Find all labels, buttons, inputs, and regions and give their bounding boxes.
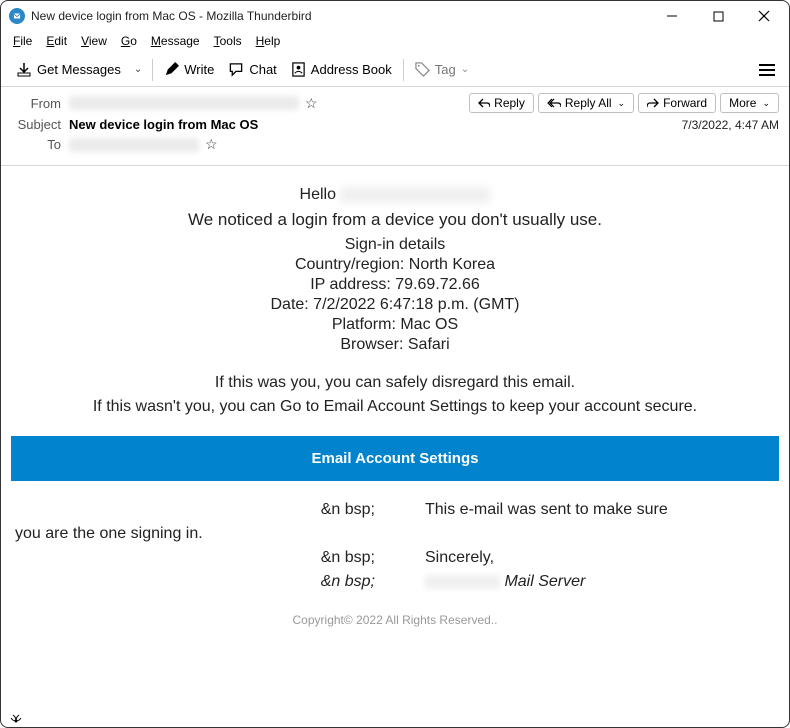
copyright-text: Copyright© 2022 All Rights Reserved.. [11, 613, 779, 627]
subject-label: Subject [11, 117, 61, 132]
detail-ip: IP address: 79.69.72.66 [11, 276, 779, 294]
more-button[interactable]: More⌄ [720, 93, 779, 113]
app-icon [9, 8, 25, 24]
mail-server-text: Mail Server [504, 573, 585, 590]
toolbar: Get Messages ⌄ Write Chat Address Book T… [1, 53, 789, 87]
from-address [69, 96, 299, 110]
detail-country: Country/region: North Korea [11, 256, 779, 274]
to-address [69, 138, 199, 152]
mail-server-name [425, 575, 500, 589]
write-button[interactable]: Write [157, 59, 221, 80]
message-body: Hello We noticed a login from a device y… [1, 166, 789, 631]
statusbar [1, 707, 789, 727]
notice-text: We noticed a login from a device you don… [11, 210, 779, 230]
subject-value: New device login from Mac OS [69, 117, 682, 132]
titlebar: New device login from Mac OS - Mozilla T… [1, 1, 789, 31]
message-headers: From ☆ Reply Reply All⌄ Forward More⌄ Su… [1, 87, 789, 166]
menu-edit[interactable]: Edit [40, 33, 73, 51]
get-messages-dropdown[interactable]: ⌄ [128, 64, 148, 75]
chat-label: Chat [249, 62, 276, 77]
nbsp-text: &n bsp; [15, 501, 425, 519]
minimize-button[interactable] [659, 6, 685, 26]
detail-browser: Browser: Safari [11, 336, 779, 354]
reply-all-button[interactable]: Reply All⌄ [538, 93, 634, 113]
hello-recipient [340, 187, 490, 203]
sincerely-text: Sincerely, [425, 549, 494, 567]
online-icon[interactable] [9, 711, 23, 723]
disregard-line-1: If this was you, you can safely disregar… [11, 374, 779, 392]
detail-date: Date: 7/2/2022 6:47:18 p.m. (GMT) [11, 296, 779, 314]
tag-label: Tag [435, 62, 456, 77]
menu-file[interactable]: File [7, 33, 38, 51]
nbsp-text-3: &n bsp; [15, 573, 425, 591]
toolbar-divider-2 [403, 59, 404, 81]
you-are-signing-text: you are the one signing in. [15, 525, 203, 543]
get-messages-label: Get Messages [37, 62, 121, 77]
menubar: File Edit View Go Message Tools Help [1, 31, 789, 53]
tag-button[interactable]: Tag ⌄ [408, 59, 476, 80]
write-label: Write [184, 62, 214, 77]
to-label: To [11, 137, 61, 152]
detail-platform: Platform: Mac OS [11, 316, 779, 334]
menu-message[interactable]: Message [145, 33, 206, 51]
close-button[interactable] [751, 6, 777, 26]
hello-text: Hello [300, 186, 336, 203]
address-book-label: Address Book [311, 62, 392, 77]
message-date: 7/3/2022, 4:47 AM [682, 118, 779, 132]
forward-button[interactable]: Forward [638, 93, 716, 113]
email-account-settings-button[interactable]: Email Account Settings [11, 436, 779, 481]
window-controls [659, 6, 777, 26]
menu-tools[interactable]: Tools [208, 33, 248, 51]
star-from[interactable]: ☆ [305, 95, 318, 112]
signin-heading: Sign-in details [11, 236, 779, 254]
menu-go[interactable]: Go [115, 33, 143, 51]
star-to[interactable]: ☆ [205, 136, 218, 153]
from-label: From [11, 96, 61, 111]
window-title: New device login from Mac OS - Mozilla T… [31, 9, 659, 23]
app-menu-button[interactable] [753, 59, 781, 81]
toolbar-divider [152, 59, 153, 81]
disregard-line-2: If this wasn't you, you can Go to Email … [11, 398, 779, 416]
menu-help[interactable]: Help [250, 33, 287, 51]
maximize-button[interactable] [705, 6, 731, 26]
menu-view[interactable]: View [75, 33, 113, 51]
nbsp-text-2: &n bsp; [15, 549, 425, 567]
address-book-button[interactable]: Address Book [284, 59, 399, 80]
reply-button[interactable]: Reply [469, 93, 534, 113]
sent-text: This e-mail was sent to make sure [425, 501, 668, 519]
chat-button[interactable]: Chat [221, 59, 283, 80]
get-messages-button[interactable]: Get Messages [9, 59, 128, 81]
